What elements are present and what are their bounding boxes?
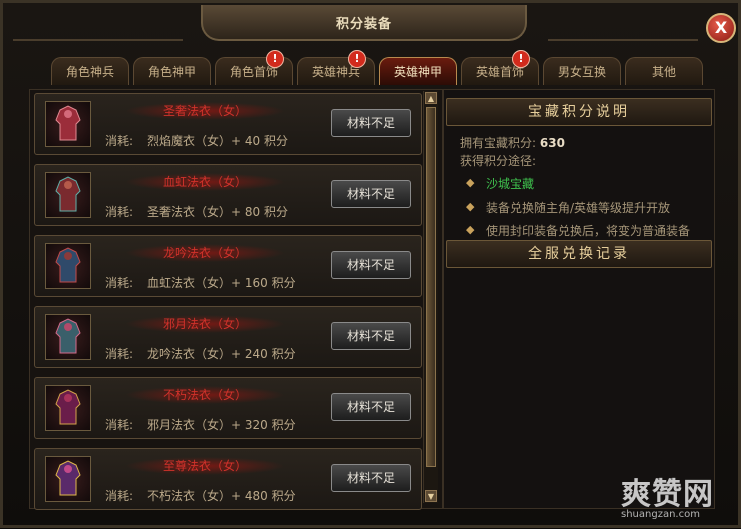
scroll-thumb[interactable]	[426, 107, 436, 467]
diamond-bullet-icon: ◆	[466, 176, 475, 189]
list-item: 邪月法衣（女） 消耗: 龙吟法衣（女）+ 240 积分 材料不足	[34, 306, 422, 368]
source-item[interactable]: 沙城宝藏	[486, 175, 534, 192]
tab-role-armor[interactable]: 角色神甲	[133, 57, 211, 85]
window-title: 积分装备	[335, 16, 392, 32]
list-item: 圣奢法衣（女） 消耗: 烈焰魔衣（女）+ 40 积分 材料不足	[34, 93, 422, 155]
exchange-button[interactable]: 材料不足	[331, 109, 411, 137]
item-name: 不朽法衣（女）	[125, 386, 285, 404]
exchange-button[interactable]: 材料不足	[331, 464, 411, 492]
armor-icon[interactable]	[45, 101, 91, 147]
points-line: 拥有宝藏积分: 630	[460, 134, 565, 151]
points-label: 拥有宝藏积分:	[460, 136, 537, 150]
tab-hero-weapon[interactable]: 英雄神兵 !	[297, 50, 375, 85]
tab-label: 男女互换	[557, 65, 606, 79]
site-watermark: 爽赞网 shuangzan.com	[621, 469, 739, 529]
tab-label: 其他	[651, 65, 676, 79]
exchange-button[interactable]: 材料不足	[331, 180, 411, 208]
info-panel: 宝藏积分说明 拥有宝藏积分: 630 获得积分途径: ◆ 沙城宝藏 ◆ 装备兑换…	[443, 89, 715, 509]
diamond-bullet-icon: ◆	[466, 200, 475, 213]
item-name: 至尊法衣（女）	[125, 457, 285, 475]
cost-label: 消耗:	[105, 489, 134, 503]
scroll-down-icon[interactable]: ▼	[425, 490, 437, 502]
item-name: 龙吟法衣（女）	[125, 244, 285, 262]
tab-hero-armor[interactable]: 英雄神甲	[379, 57, 457, 85]
diamond-bullet-icon: ◆	[466, 223, 475, 236]
cost-value: 龙吟法衣（女）+ 240 积分	[147, 347, 296, 361]
title-bar: 积分装备	[201, 5, 527, 41]
cost-label: 消耗:	[105, 347, 134, 361]
treasure-points-header: 宝藏积分说明	[446, 98, 712, 126]
tab-role-jewelry[interactable]: 角色首饰 !	[215, 50, 293, 85]
armor-icon[interactable]	[45, 385, 91, 431]
tab-gender-swap[interactable]: 男女互换	[543, 57, 621, 85]
armor-icon[interactable]	[45, 172, 91, 218]
tab-hero-jewelry[interactable]: 英雄首饰 !	[461, 50, 539, 85]
tab-role-weapon[interactable]: 角色神兵	[51, 57, 129, 85]
cost-value: 不朽法衣（女）+ 480 积分	[147, 489, 296, 503]
scrollbar[interactable]: ▲ ▼	[423, 91, 438, 503]
watermark-logo: 爽赞网	[621, 477, 714, 512]
source-note: 使用封印装备兑换后，将变为普通装备	[486, 224, 691, 238]
window-frame: 积分装备 X 角色神兵 角色神甲 角色首饰 ! 英雄神兵 ! 英雄神甲 英雄首饰…	[0, 0, 741, 528]
watermark-url: shuangzan.com	[621, 509, 700, 520]
cost-label: 消耗:	[105, 205, 134, 219]
cost-value: 邪月法衣（女）+ 320 积分	[147, 418, 296, 432]
alert-icon: !	[348, 50, 366, 68]
exchange-button[interactable]: 材料不足	[331, 251, 411, 279]
cost-label: 消耗:	[105, 418, 134, 432]
tab-label: 角色神兵	[65, 65, 114, 79]
points-value: 630	[539, 136, 565, 150]
scroll-up-icon[interactable]: ▲	[425, 92, 437, 104]
item-name: 邪月法衣（女）	[125, 315, 285, 333]
cost-value: 烈焰魔衣（女）+ 40 积分	[147, 134, 288, 148]
close-button[interactable]: X	[706, 13, 736, 43]
ways-label: 获得积分途径:	[460, 154, 537, 168]
list-item: 不朽法衣（女） 消耗: 邪月法衣（女）+ 320 积分 材料不足	[34, 377, 422, 439]
list-item: 龙吟法衣（女） 消耗: 血虹法衣（女）+ 160 积分 材料不足	[34, 235, 422, 297]
cost-value: 血虹法衣（女）+ 160 积分	[147, 276, 296, 290]
cost-label: 消耗:	[105, 276, 134, 290]
exchange-list: 圣奢法衣（女） 消耗: 烈焰魔衣（女）+ 40 积分 材料不足 血虹法衣（女） …	[29, 89, 443, 510]
exchange-button[interactable]: 材料不足	[331, 393, 411, 421]
tab-other[interactable]: 其他	[625, 57, 703, 85]
cost-label: 消耗:	[105, 134, 134, 148]
tab-label: 英雄神甲	[393, 65, 442, 79]
armor-icon[interactable]	[45, 456, 91, 502]
exchange-button[interactable]: 材料不足	[331, 322, 411, 350]
exchange-record-header: 全服兑换记录	[446, 240, 712, 268]
source-note: 装备兑换随主角/英雄等级提升开放	[486, 201, 671, 215]
alert-icon: !	[266, 50, 284, 68]
frame-decoration-left	[13, 9, 183, 41]
item-name: 圣奢法衣（女）	[125, 102, 285, 120]
list-item: 血虹法衣（女） 消耗: 圣奢法衣（女）+ 80 积分 材料不足	[34, 164, 422, 226]
cost-value: 圣奢法衣（女）+ 80 积分	[147, 205, 288, 219]
frame-decoration-right	[548, 9, 698, 41]
armor-icon[interactable]	[45, 314, 91, 360]
tab-label: 角色神甲	[147, 65, 196, 79]
list-item: 至尊法衣（女） 消耗: 不朽法衣（女）+ 480 积分 材料不足	[34, 448, 422, 510]
armor-icon[interactable]	[45, 243, 91, 289]
item-name: 血虹法衣（女）	[125, 173, 285, 191]
alert-icon: !	[512, 50, 530, 68]
